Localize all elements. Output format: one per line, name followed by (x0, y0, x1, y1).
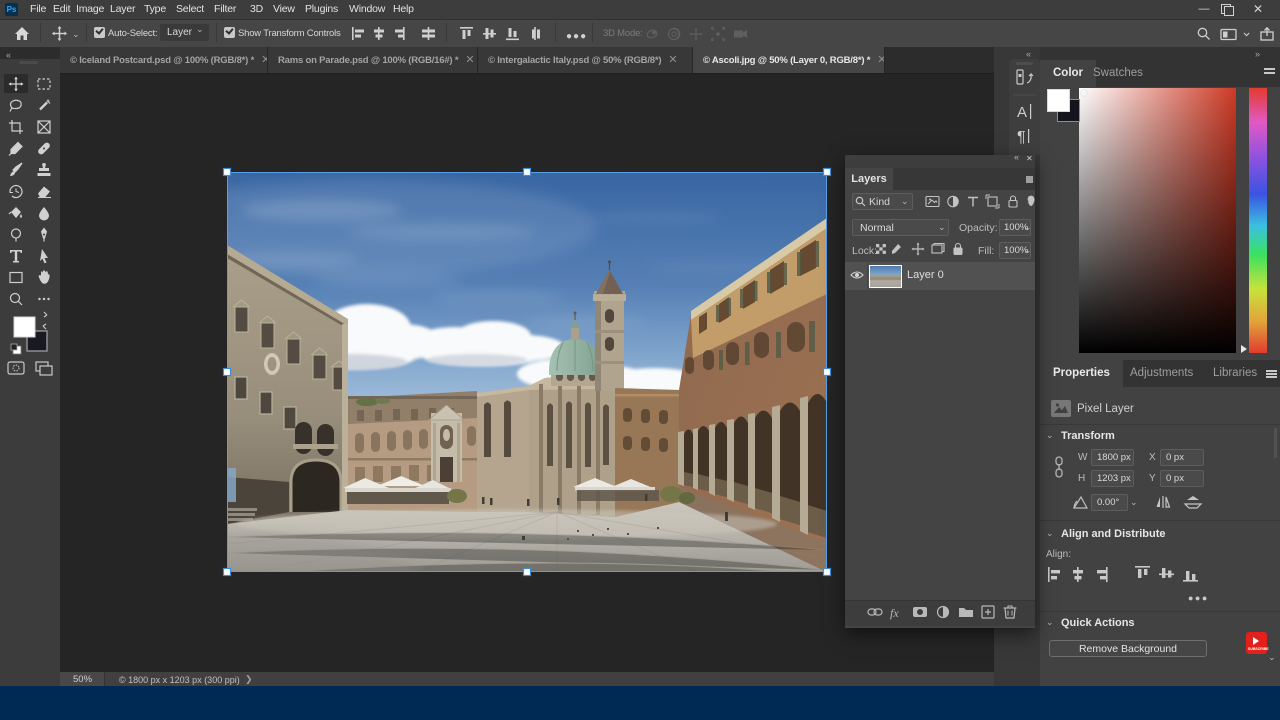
svg-text:¶: ¶ (1017, 129, 1026, 146)
svg-text:A: A (1017, 104, 1027, 121)
svg-text:fx: fx (890, 606, 899, 620)
